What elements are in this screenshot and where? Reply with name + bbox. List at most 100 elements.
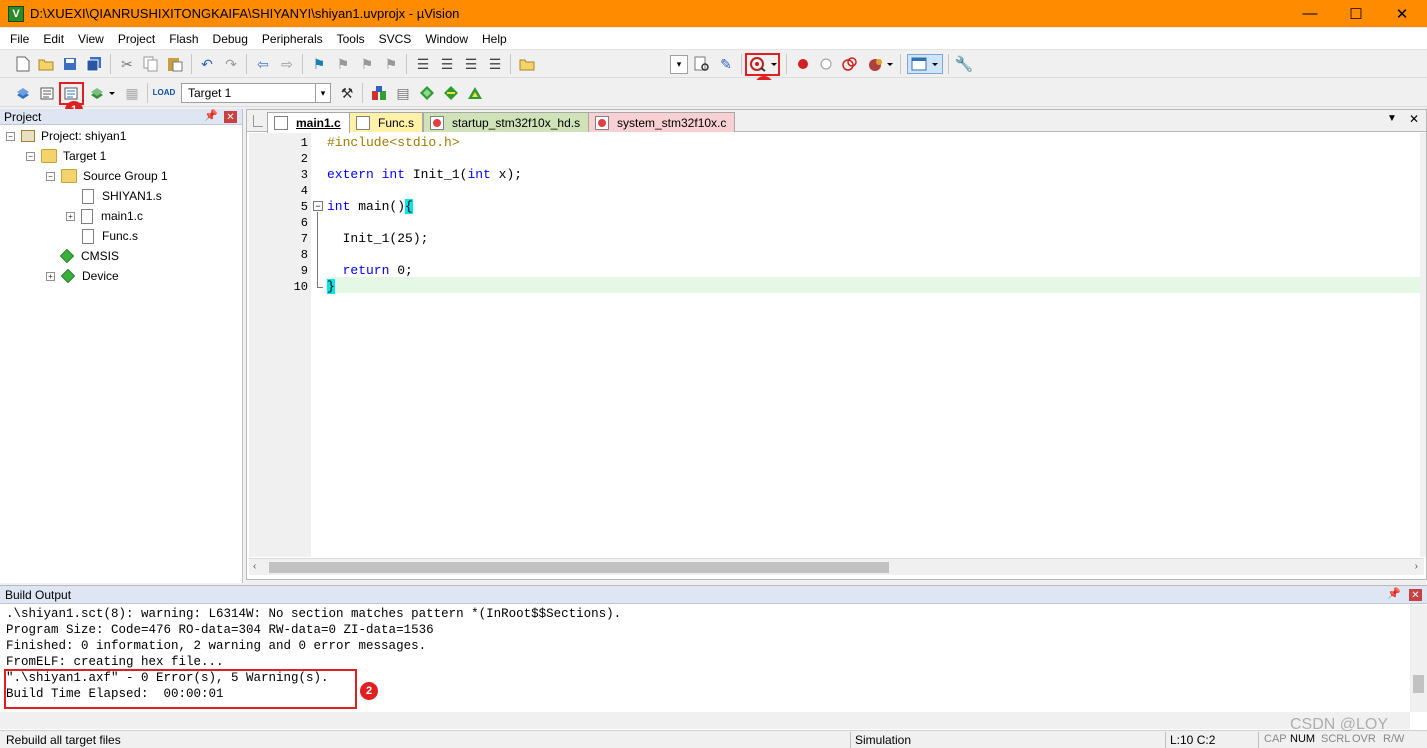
menu-svcs[interactable]: SVCS: [372, 32, 419, 46]
find-icon[interactable]: [693, 55, 711, 73]
batch-build-icon[interactable]: [88, 84, 118, 102]
prev-bookmark-icon[interactable]: ⚑: [334, 55, 352, 73]
redo-icon[interactable]: ↷: [222, 55, 240, 73]
uncomment-icon[interactable]: ☰: [486, 55, 504, 73]
kill-all-breakpoints-icon[interactable]: [866, 55, 896, 73]
translate-icon[interactable]: [14, 84, 32, 102]
pack-installer-icon[interactable]: [442, 84, 460, 102]
clear-bookmarks-icon[interactable]: ⚑: [382, 55, 400, 73]
close-tab-icon[interactable]: ✕: [1409, 112, 1419, 126]
status-scrl: SCRL: [1321, 733, 1351, 745]
chevron-down-icon[interactable]: ▾: [315, 84, 330, 102]
tree-node-device[interactable]: + Device: [46, 266, 119, 286]
menu-project[interactable]: Project: [111, 32, 162, 46]
tree-node-file[interactable]: + main1.c: [66, 206, 143, 226]
tab-func-s[interactable]: Func.s: [349, 112, 424, 132]
scroll-thumb[interactable]: [1413, 675, 1424, 693]
target-select[interactable]: Target 1 ▾: [181, 83, 331, 103]
tab-startup[interactable]: startup_stm32f10x_hd.s: [423, 112, 590, 132]
save-all-icon[interactable]: [85, 55, 103, 73]
copy-icon[interactable]: [142, 55, 160, 73]
tab-main1-c[interactable]: main1.c: [267, 112, 350, 133]
insert-breakpoint-icon[interactable]: [794, 55, 812, 73]
navigate-back-icon[interactable]: ⇦: [254, 55, 272, 73]
c-file-icon: [274, 116, 288, 130]
menu-help[interactable]: Help: [475, 32, 514, 46]
close-button[interactable]: ✕: [1379, 0, 1425, 27]
menu-view[interactable]: View: [71, 32, 111, 46]
target-options-icon[interactable]: ⚒: [338, 84, 356, 102]
editor-vertical-scrollbar[interactable]: [1420, 133, 1426, 557]
status-cap: CAP: [1264, 733, 1287, 745]
editor-horizontal-scrollbar[interactable]: ‹ ›: [249, 558, 1424, 575]
indent-icon[interactable]: ☰: [414, 55, 432, 73]
paste-icon[interactable]: [166, 55, 184, 73]
scroll-thumb[interactable]: [269, 562, 889, 573]
manage-run-time-environment-icon[interactable]: [418, 84, 436, 102]
unindent-icon[interactable]: ☰: [438, 55, 456, 73]
code-line-1[interactable]: #include<stdio.h>: [327, 135, 460, 150]
code-line-7[interactable]: Init_1(25);: [327, 231, 429, 246]
pack-installer-update-icon[interactable]: [466, 84, 484, 102]
tree-node-cmsis[interactable]: CMSIS: [59, 246, 119, 266]
build-icon[interactable]: [38, 84, 56, 102]
collapse-icon[interactable]: −: [26, 151, 35, 161]
menu-file[interactable]: File: [3, 32, 36, 46]
menu-flash[interactable]: Flash: [162, 32, 205, 46]
navigate-forward-icon[interactable]: ⇨: [278, 55, 296, 73]
close-pane-icon[interactable]: ✕: [224, 111, 237, 123]
window-layout-icon[interactable]: [907, 54, 943, 74]
tree-node-target[interactable]: − Target 1: [26, 146, 106, 166]
tree-node-file[interactable]: SHIYAN1.s: [82, 186, 162, 206]
configuration-wrench-icon[interactable]: 🔧: [955, 55, 974, 73]
next-bookmark-icon[interactable]: ⚑: [358, 55, 376, 73]
scroll-right-icon[interactable]: ›: [1415, 561, 1418, 572]
disable-all-breakpoints-icon[interactable]: [841, 55, 859, 73]
code-line-9[interactable]: return 0;: [327, 263, 413, 278]
save-icon[interactable]: [61, 55, 79, 73]
code-line-10[interactable]: }: [327, 279, 335, 294]
find-in-files-icon[interactable]: [518, 55, 536, 73]
collapse-icon[interactable]: −: [6, 131, 15, 141]
stop-build-icon[interactable]: ▦: [123, 84, 141, 102]
undo-icon[interactable]: ↶: [198, 55, 216, 73]
comment-icon[interactable]: ☰: [462, 55, 480, 73]
tree-node-project[interactable]: − Project: shiyan1: [6, 126, 126, 146]
manage-project-items-icon[interactable]: [370, 84, 388, 102]
code-line-3[interactable]: extern int Init_1(int x);: [327, 167, 522, 182]
menu-tools[interactable]: Tools: [330, 32, 372, 46]
menu-peripherals[interactable]: Peripherals: [255, 32, 330, 46]
menu-debug[interactable]: Debug: [206, 32, 255, 46]
tree-node-source-group[interactable]: − Source Group 1: [46, 166, 168, 186]
cut-icon[interactable]: ✂: [118, 55, 136, 73]
pin-icon[interactable]: 📌: [1387, 587, 1401, 600]
code-line-5[interactable]: int main(){: [327, 199, 413, 214]
output-horizontal-scrollbar[interactable]: [0, 712, 1410, 729]
expand-icon[interactable]: +: [46, 271, 55, 281]
line-number: 1: [300, 136, 308, 150]
tab-list-dropdown[interactable]: ▼: [1387, 113, 1397, 124]
pin-icon[interactable]: 📌: [204, 109, 218, 122]
collapse-icon[interactable]: −: [46, 171, 55, 181]
menu-window[interactable]: Window: [418, 32, 475, 46]
scroll-left-icon[interactable]: ‹: [253, 561, 256, 572]
minimize-button[interactable]: —: [1287, 0, 1333, 27]
tab-system[interactable]: system_stm32f10x.c: [588, 112, 736, 132]
find-combo-dropdown[interactable]: ▾: [670, 55, 688, 74]
output-line: Program Size: Code=476 RO-data=304 RW-da…: [6, 623, 434, 637]
close-pane-icon[interactable]: ✕: [1409, 589, 1422, 601]
expand-icon[interactable]: +: [66, 211, 75, 221]
download-load-icon[interactable]: LOAD: [153, 84, 176, 102]
fold-column: −: [311, 133, 325, 557]
select-packs-icon[interactable]: ▤: [394, 84, 412, 102]
menu-edit[interactable]: Edit: [36, 32, 71, 46]
output-vertical-scrollbar[interactable]: [1410, 605, 1427, 712]
bookmark-icon[interactable]: ⚑: [310, 55, 328, 73]
incremental-find-icon[interactable]: ✎: [717, 55, 735, 73]
maximize-button[interactable]: ☐: [1333, 0, 1379, 27]
fold-collapse-icon[interactable]: −: [313, 201, 323, 211]
open-file-icon[interactable]: [37, 55, 55, 73]
tree-node-file[interactable]: Func.s: [82, 226, 138, 246]
new-file-icon[interactable]: [14, 55, 32, 73]
enable-breakpoint-icon[interactable]: [817, 55, 835, 73]
